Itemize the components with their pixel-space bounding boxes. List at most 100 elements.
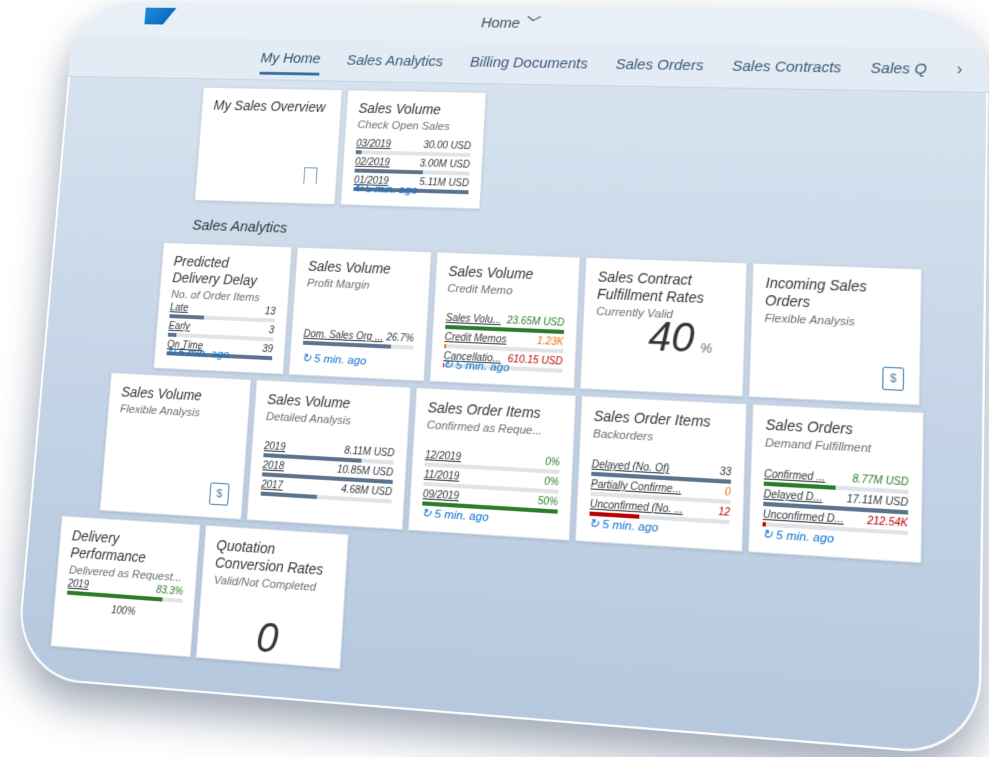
tile-order-items-confirmed[interactable]: Sales Order Items Confirmed as Reque... … [408, 387, 577, 541]
row-label: 2019 [67, 578, 89, 591]
tab-sales-contracts[interactable]: Sales Contracts [732, 58, 842, 83]
row-label: 12/2019 [425, 450, 462, 463]
comparison-row: Early 3 [168, 321, 275, 342]
sap-logo[interactable] [144, 8, 176, 25]
row-label: Early [168, 321, 190, 333]
tile-title: Sales Volume [308, 258, 419, 279]
row-value: 212.54K [867, 515, 908, 529]
launchpad-screen: Home ﹀ My Home Sales Analytics Billing D… [15, 1, 989, 757]
refresh-footer: ↻ 5 min. ago [166, 344, 230, 361]
tile-title: Incoming Sales Orders [765, 274, 908, 315]
refresh-time: 5 min. ago [602, 519, 658, 535]
kpi-number: 40 [648, 314, 696, 361]
comparison-row: Late13 [169, 302, 276, 323]
bar-fill [444, 344, 447, 348]
row-label: 2018 [262, 460, 284, 472]
tile-sales-volume-flexible[interactable]: Sales Volume Flexible Analysis $ [99, 372, 251, 520]
tile-subtitle: Check Open Sales [357, 119, 472, 133]
tile-subtitle: Credit Memo [447, 283, 566, 300]
refresh-time: 5 min. ago [178, 347, 229, 361]
tile-title: Sales Volume [448, 263, 567, 284]
row-value: 30.00 USD [423, 140, 471, 152]
tile-sales-orders-demand[interactable]: Sales Orders Demand Fulfillment Confirme… [748, 404, 924, 564]
tile-title: Predicted Delivery Delay [172, 253, 279, 290]
tile-title: Sales Contract Fulfillment Rates [597, 268, 734, 308]
comparison-rows: 12/2019 0% 11/2019 0% 09/2019 50% [422, 450, 560, 515]
refresh-time: 5 min. ago [776, 529, 834, 546]
row-value: 0 [725, 487, 731, 499]
tile-subtitle: Flexible Analysis [764, 313, 907, 331]
row-label: Sales Volu... [445, 313, 501, 326]
refresh-footer: ↻ 5 min. ago [589, 516, 659, 535]
row-value: 13 [264, 306, 275, 317]
tab-billing-documents[interactable]: Billing Documents [469, 54, 588, 78]
row-value: 0% [545, 457, 560, 469]
tab-sales-quotations[interactable]: Sales Q [870, 60, 927, 84]
tile-subtitle: Flexible Analysis [119, 403, 236, 421]
comparison-row: Sales Volu... 23.65M USD [445, 313, 565, 335]
bar-fill [356, 150, 362, 154]
row-value: 3.00M USD [419, 159, 470, 171]
bar-fill [67, 591, 163, 602]
comparison-rows: Delayed (No. Of)33Partially Confirme...0… [589, 459, 731, 525]
refresh-footer: ↻ 5 min. ago [301, 351, 366, 368]
refresh-time: 5 min. ago [455, 360, 509, 375]
tile-subtitle: Detailed Analysis [266, 411, 397, 430]
comparison-rows: 20198.11M USD201810.85M USD20174.68M USD [261, 441, 395, 505]
row-value: 33 [719, 466, 731, 478]
refresh-time: 5 min. ago [434, 508, 489, 524]
refresh-footer: ↻ 5 min. ago [421, 505, 489, 524]
refresh-footer: ↻ 5 min. ago [443, 357, 510, 374]
tab-my-home[interactable]: My Home [259, 50, 321, 76]
tile-title: Sales Volume [358, 100, 473, 119]
tile-incoming-sales-orders[interactable]: Incoming Sales Orders Flexible Analysis … [748, 263, 922, 406]
tile-delivery-performance[interactable]: Delivery Performance Delivered as Reques… [50, 515, 200, 657]
tile-predicted-delivery-delay[interactable]: Predicted Delivery Delay No. of Order It… [153, 242, 292, 375]
row-value: 0% [544, 476, 559, 488]
row-label: 09/2019 [423, 489, 460, 503]
tile-sales-volume-credit[interactable]: Sales Volume Credit Memo Sales Volu... 23… [429, 252, 580, 389]
tile-order-items-backorders[interactable]: Sales Order Items Backorders Delayed (No… [575, 395, 747, 552]
bar-fill [354, 169, 423, 175]
refresh-time: 5 min. ago [314, 353, 367, 367]
row-label: 11/2019 [424, 469, 460, 482]
group-title-sales-analytics: Sales Analytics [192, 217, 288, 237]
tile-sales-volume-open[interactable]: Sales Volume Check Open Sales 03/2019 30.… [340, 89, 487, 209]
bar-fill [169, 314, 204, 319]
tab-sales-analytics[interactable]: Sales Analytics [346, 52, 444, 75]
row-value: 50% [537, 496, 558, 509]
row-value: 12 [718, 507, 730, 519]
document-dollar-icon: $ [882, 367, 904, 391]
tile-sales-volume-profit[interactable]: Sales Volume Profit Margin Dom. Sales Or… [288, 247, 432, 382]
row-value: 83.3% [156, 585, 184, 598]
tile-quotation-conversion[interactable]: Quotation Conversion Rates Valid/Not Com… [196, 525, 349, 670]
row-value: 39 [262, 344, 273, 355]
chevron-right-icon[interactable]: › [957, 61, 963, 79]
comparison-row: 03/2019 30.00 USD [356, 139, 472, 158]
refresh-time: 5 min. ago [365, 183, 417, 196]
tile-title: Quotation Conversion Rates [215, 537, 336, 580]
kpi-unit: % [700, 340, 713, 356]
tab-sales-orders[interactable]: Sales Orders [615, 56, 704, 80]
row-value: 1.23K [537, 336, 564, 348]
tile-subtitle: Profit Margin [307, 278, 418, 294]
row-label: 2017 [261, 479, 283, 491]
chevron-down-icon: ﹀ [524, 15, 539, 32]
tile-my-sales-overview[interactable]: My Sales Overview [194, 87, 342, 205]
tile-sales-volume-detailed[interactable]: Sales Volume Detailed Analysis 20198.11M… [246, 379, 411, 530]
shell-title-text: Home [481, 15, 521, 32]
bookmark-icon [303, 167, 317, 184]
row-label: 03/2019 [356, 139, 391, 150]
row-value: 3 [268, 325, 274, 336]
kpi-value: 40% [647, 314, 713, 363]
tile-title: Sales Volume [121, 384, 239, 407]
document-dollar-icon: $ [209, 482, 230, 505]
bar-fill [261, 492, 317, 499]
shell-title[interactable]: Home ﹀ [481, 15, 539, 32]
row-value: 23.65M USD [507, 315, 565, 329]
row-value: 5.11M USD [419, 177, 469, 189]
tile-title: Delivery Performance [70, 527, 188, 569]
tile-contract-fulfillment[interactable]: Sales Contract Fulfillment Rates Current… [580, 257, 748, 397]
row-label: 2019 [264, 441, 286, 453]
bullet-value: 100% [65, 602, 181, 622]
